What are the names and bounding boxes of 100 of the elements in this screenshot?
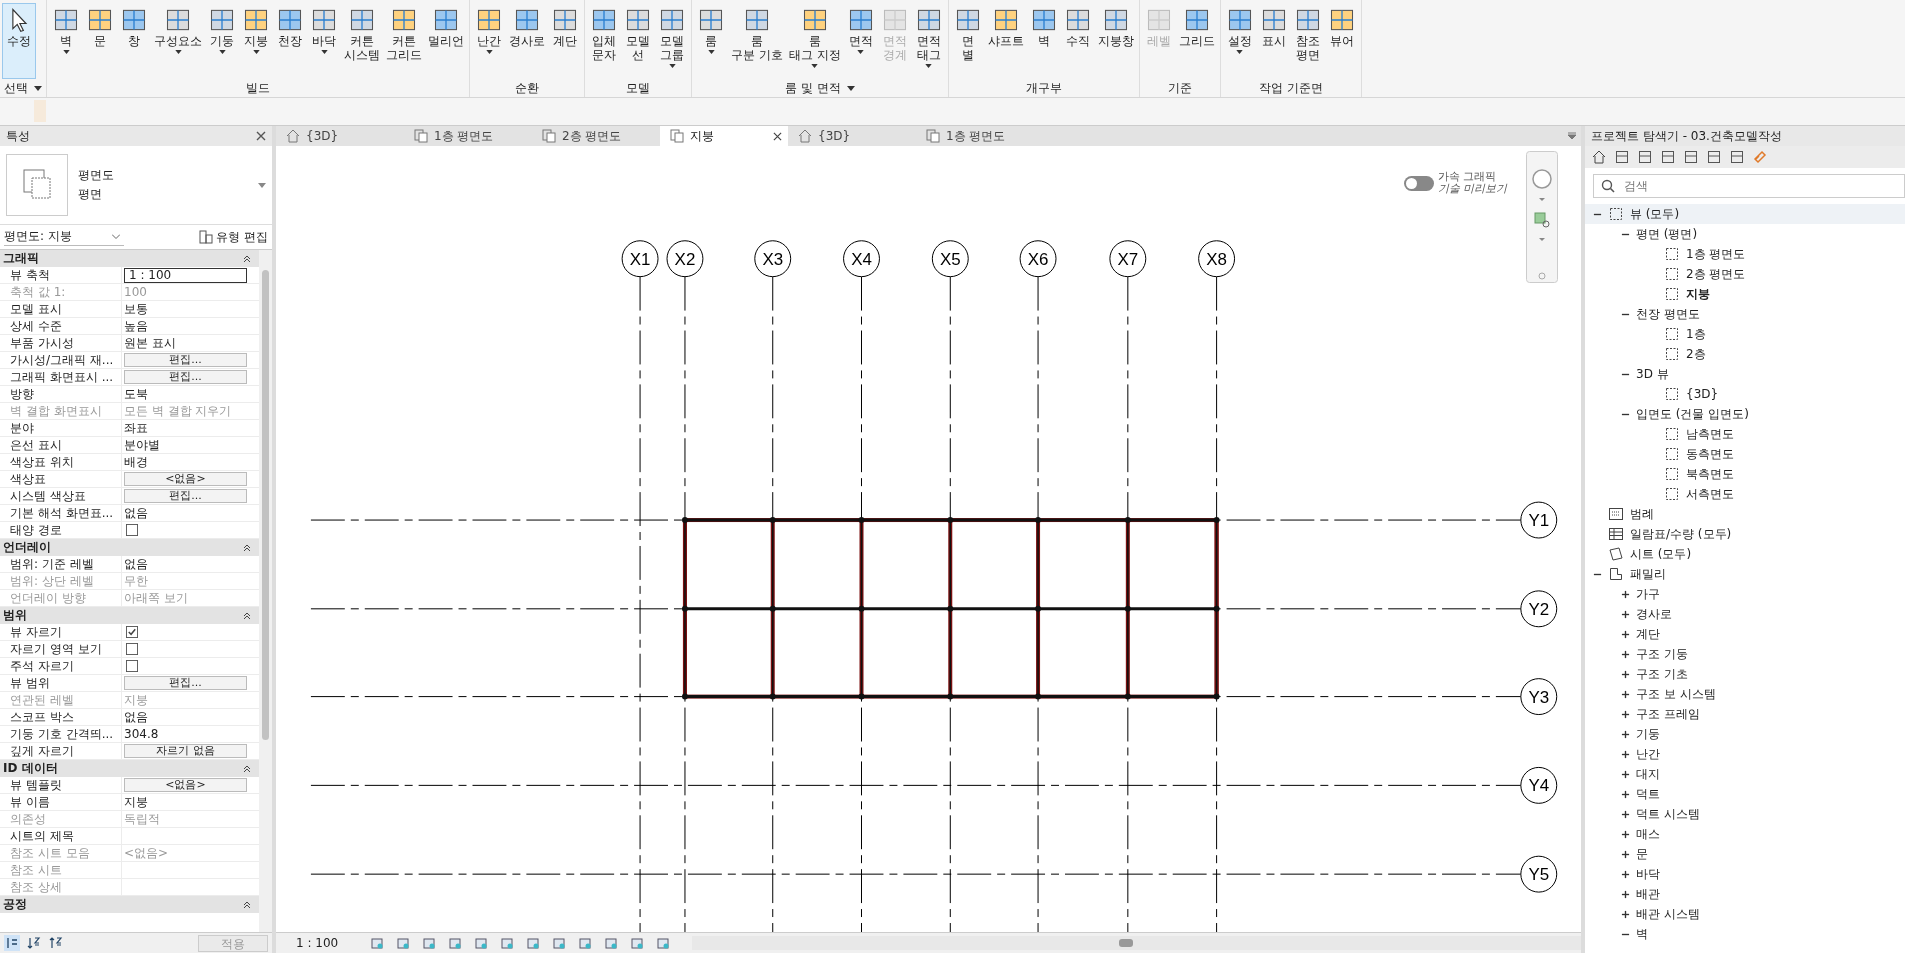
view-tab[interactable]: 지붕 bbox=[660, 126, 788, 146]
toggle-switch[interactable] bbox=[1404, 175, 1434, 191]
tree-item[interactable]: 패밀리 bbox=[1630, 565, 1666, 583]
ribbon-tool-button[interactable]: 바닥 bbox=[307, 3, 341, 79]
expand-icon[interactable] bbox=[1621, 609, 1630, 619]
tree-item[interactable]: 배관 시스템 bbox=[1636, 905, 1700, 923]
value-button[interactable]: 편집... bbox=[124, 676, 247, 690]
group-header[interactable]: 그래픽 bbox=[0, 250, 259, 267]
group-header[interactable]: ID 데이터 bbox=[0, 760, 259, 777]
expand-icon[interactable] bbox=[1621, 689, 1630, 699]
checkbox[interactable] bbox=[126, 626, 138, 638]
close-icon[interactable] bbox=[256, 131, 266, 141]
value-button[interactable]: 자르기 없음 bbox=[124, 744, 247, 758]
ribbon-tool-button[interactable]: 계단 bbox=[548, 3, 582, 79]
view-scale[interactable]: 1 : 100 bbox=[296, 936, 339, 950]
tree-item[interactable]: 서측면도 bbox=[1686, 485, 1734, 503]
expand-icon[interactable] bbox=[1621, 669, 1630, 679]
expand-icon[interactable] bbox=[1621, 889, 1630, 899]
tree-item[interactable]: 계단 bbox=[1636, 625, 1660, 643]
browser-tool-icon[interactable] bbox=[1706, 149, 1722, 165]
browser-tool-icon[interactable] bbox=[1614, 149, 1630, 165]
ribbon-tool-button[interactable]: 멀리언 bbox=[425, 3, 467, 79]
panel-title-button[interactable]: 빌드 bbox=[47, 79, 469, 97]
ribbon-tool-button[interactable]: 벽 bbox=[1026, 3, 1061, 79]
panel-title-button[interactable]: 선택 bbox=[0, 79, 46, 97]
ribbon-tool-button[interactable]: 표시 bbox=[1256, 3, 1291, 79]
link-icon[interactable] bbox=[1752, 149, 1768, 165]
tree-item[interactable]: 덕트 bbox=[1636, 785, 1660, 803]
tree-item[interactable]: 동측면도 bbox=[1686, 445, 1734, 463]
tree-item[interactable]: 1층 bbox=[1686, 325, 1706, 343]
ribbon-tool-button[interactable]: 그리드 bbox=[1175, 3, 1218, 79]
value-button[interactable]: 편집... bbox=[124, 370, 247, 384]
browser-tool-icon[interactable] bbox=[1683, 149, 1699, 165]
view-tab[interactable]: 1층 평면도 bbox=[404, 126, 532, 146]
ribbon-tool-button[interactable]: 문 bbox=[83, 3, 117, 79]
group-header[interactable]: 언더레이 bbox=[0, 539, 259, 556]
tree-item[interactable]: 바닥 bbox=[1636, 865, 1660, 883]
tree-item[interactable]: 남측면도 bbox=[1686, 425, 1734, 443]
tree-item[interactable]: 구조 기둥 bbox=[1636, 645, 1688, 663]
value-button[interactable]: 편집... bbox=[124, 489, 247, 503]
group-header[interactable]: 범위 bbox=[0, 607, 259, 624]
collapse-chevron-icon[interactable] bbox=[243, 543, 251, 552]
collapse-chevron-icon[interactable] bbox=[243, 611, 251, 620]
ribbon-tool-button[interactable]: 창 bbox=[117, 3, 151, 79]
ribbon-tool-button[interactable]: 경사로 bbox=[506, 3, 548, 79]
tree-item[interactable]: 기둥 bbox=[1636, 725, 1660, 743]
tree-item[interactable]: 구조 프레임 bbox=[1636, 705, 1700, 723]
search-field[interactable]: 검색 bbox=[1593, 174, 1905, 198]
expand-icon[interactable] bbox=[1621, 649, 1630, 659]
expand-icon[interactable] bbox=[1621, 729, 1630, 739]
expand-icon[interactable] bbox=[1621, 849, 1630, 859]
tree-item[interactable]: 북측면도 bbox=[1686, 465, 1734, 483]
tree-item[interactable]: 문 bbox=[1636, 845, 1648, 863]
ribbon-tool-button[interactable]: 벽 bbox=[49, 3, 83, 79]
ribbon-tool-button[interactable]: 샤프트 bbox=[984, 3, 1027, 79]
browser-tool-icon[interactable] bbox=[1637, 149, 1653, 165]
ribbon-tool-button[interactable]: 면 별 bbox=[950, 3, 985, 79]
value-button[interactable]: <없음> bbox=[124, 778, 247, 792]
tree-item[interactable]: 배관 bbox=[1636, 885, 1660, 903]
ribbon-tool-button[interactable]: 천장 bbox=[273, 3, 307, 79]
ribbon-tool-button[interactable]: 참조 평면 bbox=[1290, 3, 1325, 79]
expand-icon[interactable] bbox=[1621, 749, 1630, 759]
edit-type-button[interactable]: 유형 편집 bbox=[199, 228, 268, 246]
panel-title-button[interactable]: 기준 bbox=[1139, 79, 1220, 97]
tree-item[interactable]: {3D} bbox=[1686, 387, 1719, 401]
panel-title-button[interactable]: 개구부 bbox=[948, 79, 1139, 97]
tree-item[interactable]: 2층 평면도 bbox=[1686, 265, 1746, 283]
ribbon-tool-button[interactable]: 모델 선 bbox=[621, 3, 655, 79]
checkbox[interactable] bbox=[126, 643, 138, 655]
view-tab[interactable]: {3D} bbox=[788, 126, 916, 146]
expand-icon[interactable] bbox=[1621, 769, 1630, 779]
view-tab[interactable]: 2층 평면도 bbox=[532, 126, 660, 146]
tree-item[interactable]: 시트 (모두) bbox=[1630, 545, 1692, 563]
type-selector[interactable]: 평면도 평면 bbox=[0, 146, 272, 225]
tree-item[interactable]: 구조 보 시스템 bbox=[1636, 685, 1716, 703]
ribbon-tool-button[interactable]: 뷰어 bbox=[1324, 3, 1359, 79]
checkbox[interactable] bbox=[126, 660, 138, 672]
collapse-chevron-icon[interactable] bbox=[243, 900, 251, 909]
expand-icon[interactable] bbox=[1621, 829, 1630, 839]
group-header[interactable]: 공정 bbox=[0, 896, 259, 913]
tree-item[interactable]: 천장 평면도 bbox=[1636, 305, 1700, 323]
ribbon-tool-button[interactable]: 룸 태그 지정 bbox=[785, 3, 844, 79]
ribbon-tool-button[interactable]: 룸 구분 기호 bbox=[728, 3, 786, 79]
ribbon-tool-button[interactable]: 지붕 bbox=[239, 3, 273, 79]
sort-icon[interactable] bbox=[4, 935, 20, 951]
modify-button[interactable]: 수정 bbox=[2, 3, 36, 79]
checkbox[interactable] bbox=[126, 524, 138, 536]
sort-ascending-icon[interactable] bbox=[26, 935, 42, 951]
browser-tool-icon[interactable] bbox=[1660, 149, 1676, 165]
tree-item[interactable]: 대지 bbox=[1636, 765, 1660, 783]
panel-title-button[interactable]: 순환 bbox=[470, 79, 584, 97]
expand-icon[interactable] bbox=[1621, 789, 1630, 799]
ribbon-tool-button[interactable]: 지붕창 bbox=[1094, 3, 1137, 79]
value-button[interactable]: <없음> bbox=[124, 472, 247, 486]
browser-tool-icon[interactable] bbox=[1729, 149, 1745, 165]
ribbon-tool-button[interactable]: 커튼 그리드 bbox=[383, 3, 425, 79]
tree-item[interactable]: 경사로 bbox=[1636, 605, 1672, 623]
tree-item[interactable]: 지붕 bbox=[1686, 285, 1710, 303]
ribbon-tool-button[interactable]: 면적 bbox=[843, 3, 878, 79]
expand-icon[interactable] bbox=[1621, 909, 1630, 919]
